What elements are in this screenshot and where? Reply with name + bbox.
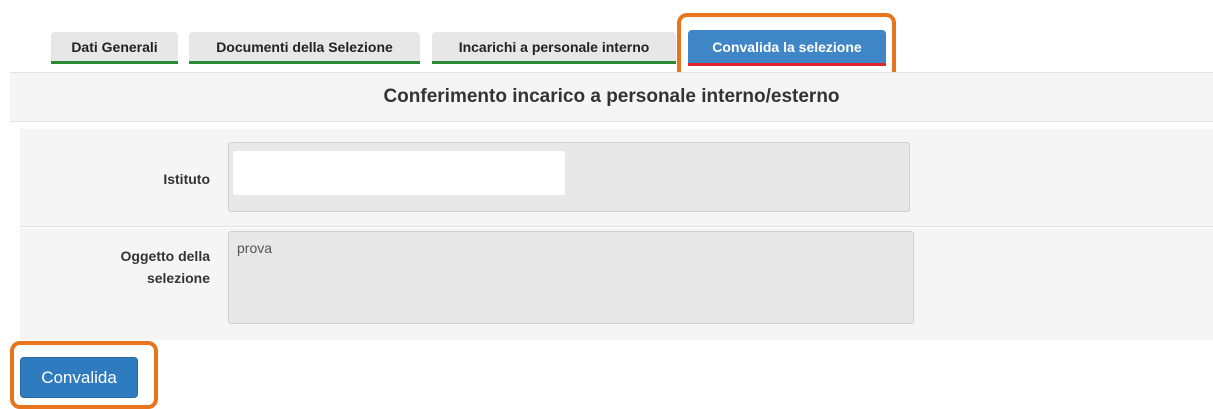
istituto-label: Istituto bbox=[163, 171, 210, 187]
tab-convalida-selezione[interactable]: Convalida la selezione bbox=[688, 30, 886, 66]
oggetto-label: Oggetto della selezione bbox=[90, 245, 210, 289]
redacted-value bbox=[233, 151, 565, 195]
tab-bar: Dati Generali Documenti della Selezione … bbox=[0, 0, 1213, 72]
istituto-field[interactable] bbox=[228, 142, 910, 212]
oggetto-row: Oggetto della selezione prova bbox=[20, 228, 1213, 340]
tab-documenti-selezione[interactable]: Documenti della Selezione bbox=[189, 32, 420, 64]
oggetto-label-line2: selezione bbox=[146, 270, 210, 286]
oggetto-field[interactable]: prova bbox=[228, 231, 914, 324]
tab-incarichi-personale-interno[interactable]: Incarichi a personale interno bbox=[432, 32, 676, 64]
oggetto-label-line1: Oggetto della bbox=[120, 248, 210, 264]
convalida-button[interactable]: Convalida bbox=[20, 357, 138, 398]
panel-title: Conferimento incarico a personale intern… bbox=[10, 72, 1213, 122]
tab-dati-generali[interactable]: Dati Generali bbox=[51, 32, 178, 64]
istituto-row: Istituto bbox=[20, 129, 1213, 227]
form-panel: Istituto Oggetto della selezione prova bbox=[10, 122, 1213, 344]
